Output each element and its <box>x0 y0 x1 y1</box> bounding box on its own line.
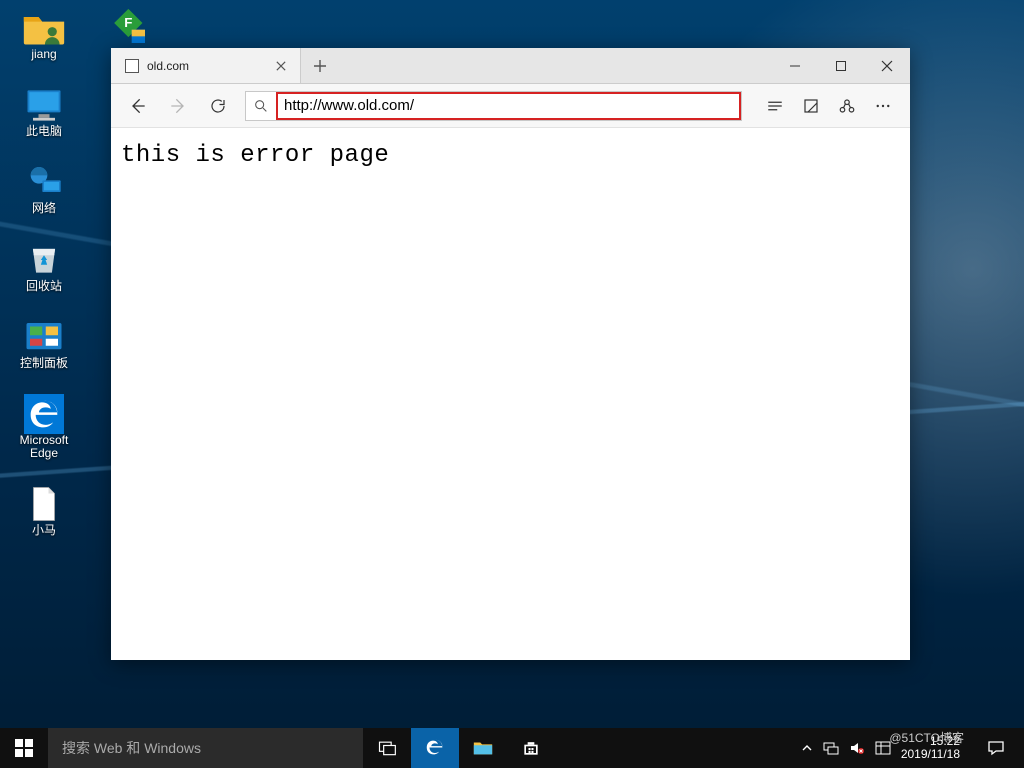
tab-title: old.com <box>147 59 264 73</box>
action-center-button[interactable] <box>976 739 1016 757</box>
desktop-icon-control-panel[interactable]: 控制面板 <box>6 317 82 370</box>
browser-window: old.com <box>111 48 910 660</box>
address-bar-highlight <box>276 92 741 120</box>
desktop-icon-label: 控制面板 <box>20 357 68 370</box>
taskbar-explorer-button[interactable] <box>459 728 507 768</box>
tab-favicon <box>125 59 139 73</box>
refresh-button[interactable] <box>201 89 235 123</box>
new-tab-button[interactable] <box>301 48 339 83</box>
address-bar-container <box>245 91 742 121</box>
desktop-icon-label: 此电脑 <box>26 125 62 138</box>
control-panel-icon <box>22 317 66 357</box>
edge-icon <box>22 394 66 434</box>
tray-volume-icon[interactable] <box>849 740 865 756</box>
toolbar-right-group <box>758 89 900 123</box>
start-button[interactable] <box>0 728 48 768</box>
tray-network-icon[interactable] <box>823 740 839 756</box>
watermark: @51CTO博客 <box>889 729 964 746</box>
taskbar-search[interactable]: 搜索 Web 和 Windows <box>48 728 363 768</box>
taskbar-search-placeholder: 搜索 Web 和 Windows <box>62 738 201 758</box>
task-view-button[interactable] <box>363 728 411 768</box>
desktop-icon-xiaoma[interactable]: 小马 <box>6 484 82 537</box>
address-bar[interactable] <box>284 97 733 114</box>
page-content: this is error page <box>111 128 910 660</box>
desktop-icon-label: 网络 <box>32 202 56 215</box>
desktop-icon-network[interactable]: 网络 <box>6 162 82 215</box>
network-icon <box>22 162 66 202</box>
notes-button[interactable] <box>794 89 828 123</box>
desktop-icon-label: jiang <box>31 48 56 61</box>
error-text: this is error page <box>121 142 900 169</box>
reading-view-button[interactable] <box>758 89 792 123</box>
desktop-icon-label: 回收站 <box>26 280 62 293</box>
desktop-icon-edge[interactable]: Microsoft Edge <box>6 394 82 460</box>
browser-titlebar[interactable]: old.com <box>111 48 910 84</box>
taskbar: 搜索 Web 和 Windows 15:22 2019/11/18 @51CTO… <box>0 728 1024 768</box>
forward-button[interactable] <box>161 89 195 123</box>
desktop-icon-recycle-bin[interactable]: 回收站 <box>6 240 82 293</box>
back-button[interactable] <box>121 89 155 123</box>
maximize-button[interactable] <box>818 48 864 83</box>
minimize-button[interactable] <box>772 48 818 83</box>
folder-icon <box>22 8 66 48</box>
file-icon <box>22 484 66 524</box>
share-button[interactable] <box>830 89 864 123</box>
svg-text:F: F <box>124 15 132 30</box>
desktop-icon-label: 小马 <box>32 524 56 537</box>
monitor-icon <box>22 85 66 125</box>
desktop-icon-label: Microsoft Edge <box>20 434 69 460</box>
windows-logo-icon <box>15 739 33 757</box>
desktop-icons-column-1: jiang 此电脑 网络 回收站 控制面板 Microsoft Edge <box>6 8 88 562</box>
window-close-button[interactable] <box>864 48 910 83</box>
browser-toolbar <box>111 84 910 128</box>
taskbar-edge-button[interactable] <box>411 728 459 768</box>
desktop-icon-this-pc[interactable]: 此电脑 <box>6 85 82 138</box>
tray-chevron-up-icon[interactable] <box>801 742 813 754</box>
desktop-icon-user-folder[interactable]: jiang <box>6 8 82 61</box>
recycle-bin-icon <box>22 240 66 280</box>
search-icon[interactable] <box>246 98 276 114</box>
tab-close-button[interactable] <box>272 61 290 71</box>
window-controls <box>772 48 910 83</box>
taskbar-store-button[interactable] <box>507 728 555 768</box>
more-button[interactable] <box>866 89 900 123</box>
fiddler-icon: F <box>108 8 152 48</box>
browser-tab[interactable]: old.com <box>111 48 301 83</box>
tray-date: 2019/11/18 <box>901 748 960 761</box>
